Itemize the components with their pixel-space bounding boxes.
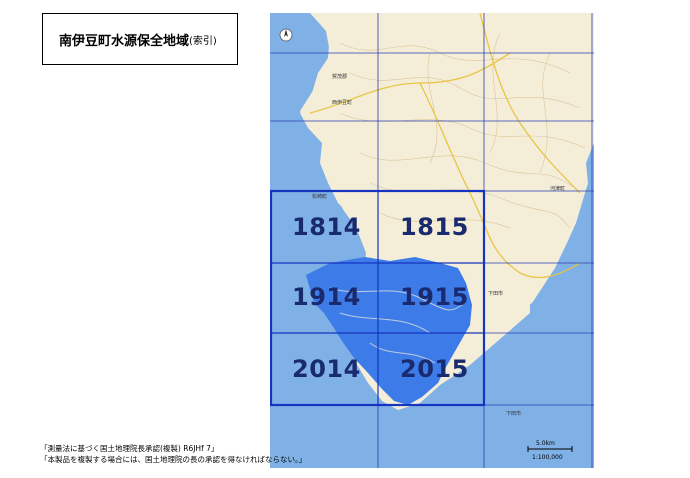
map-title-box: 南伊豆町水源保全地域 (索引) xyxy=(42,13,238,65)
tile-label-1814: 1814 xyxy=(292,213,361,241)
copy-approval-note: 「本製品を複製する場合には、国土地理院の長の承認を得なければならない。」 xyxy=(40,455,307,464)
map-title-sub: (索引) xyxy=(189,35,217,47)
map-title: 南伊豆町水源保全地域 xyxy=(59,33,190,49)
survey-approval-note: 「測量法に基づく国土地理院長承認(複製) R6JHf 7」 xyxy=(40,444,219,453)
north-arrow-icon xyxy=(279,28,293,42)
place-shimoda: 下田市 xyxy=(488,291,504,297)
place-matsuzaki: 松崎町 xyxy=(312,194,328,200)
tile-label-2014: 2014 xyxy=(292,355,361,383)
place-shimoda-2: 下田市 xyxy=(506,411,522,417)
tile-label-1914: 1914 xyxy=(292,283,361,311)
tile-label-1915: 1915 xyxy=(400,283,469,311)
scale-distance: 5.0km xyxy=(536,440,555,447)
place-kamo: 賀茂郡 xyxy=(332,74,348,80)
tile-label-2015: 2015 xyxy=(400,355,469,383)
place-nishiizu: 西伊豆町 xyxy=(332,100,353,106)
place-kawazu: 河津町 xyxy=(550,186,566,192)
topographic-map: 松崎町 西伊豆町 賀茂郡 河津町 下田市 下田市 1814 1815 1914 … xyxy=(270,13,594,468)
scale-ratio: 1:100,000 xyxy=(532,454,563,461)
tile-label-1815: 1815 xyxy=(400,213,469,241)
